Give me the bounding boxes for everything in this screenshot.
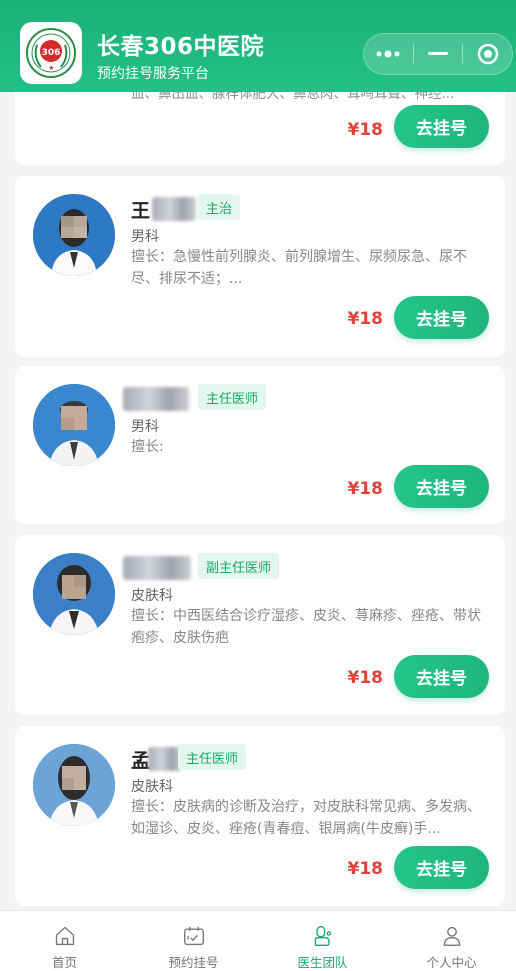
home-icon bbox=[55, 926, 74, 946]
tab-label: 个人中心 bbox=[426, 955, 477, 970]
doctor-dept: 皮肤科 bbox=[131, 588, 173, 604]
price: ¥18 bbox=[347, 668, 384, 688]
doctor-name: 王 bbox=[131, 196, 197, 222]
doctor-dept: 皮肤科 bbox=[131, 779, 173, 795]
more-dots-icon[interactable] bbox=[364, 34, 413, 74]
svg-text:306: 306 bbox=[42, 48, 61, 58]
doctor-dept: 男科 bbox=[131, 229, 159, 245]
doctor-card: 主任医师 男科 擅长: ¥18 去挂号 bbox=[15, 366, 505, 524]
tab-label: 医生团队 bbox=[297, 955, 348, 970]
doctor-specialty: 擅长：中西医结合诊疗湿疹、皮炎、荨麻疹、痤疮、带状疱疹、皮肤伤疤 bbox=[131, 608, 481, 646]
doctor-list[interactable]: 血、鼻出血、腺样体肥大、鼻息肉、耳鸣耳聋、神经... ¥18 去挂号 王 主治 … bbox=[0, 0, 516, 910]
doctor-specialty: 擅长：急慢性前列腺炎、前列腺增生、尿频尿急、尿不尽、排尿不适；... bbox=[131, 249, 467, 287]
doctor-avatar bbox=[33, 553, 115, 635]
price: ¥18 bbox=[347, 479, 384, 499]
doctor-name bbox=[123, 386, 189, 412]
book-button[interactable]: 去挂号 bbox=[394, 846, 489, 889]
doctor-icon bbox=[314, 926, 331, 946]
doctor-name: 孟 bbox=[131, 746, 183, 772]
miniprogram-capsule bbox=[363, 33, 513, 75]
price: ¥18 bbox=[347, 859, 384, 879]
hospital-logo: 306 bbox=[20, 22, 82, 84]
book-button[interactable]: 去挂号 bbox=[394, 296, 489, 339]
page-subtitle: 预约挂号服务平台 bbox=[97, 66, 209, 82]
doctor-name bbox=[123, 555, 191, 581]
doctor-avatar bbox=[33, 384, 115, 466]
doctor-title-badge: 主治 bbox=[198, 194, 241, 220]
doctor-specialty: 擅长: bbox=[131, 439, 164, 455]
tab-appointment[interactable]: 预约挂号 bbox=[129, 911, 258, 971]
price: ¥18 bbox=[347, 120, 384, 140]
user-icon bbox=[443, 926, 460, 946]
doctor-title-badge: 主任医师 bbox=[178, 744, 247, 770]
doctor-dept: 男科 bbox=[131, 419, 159, 435]
bottom-tabbar: 首页 预约挂号 医生团队 个人中心 bbox=[0, 910, 516, 971]
doctor-specialty: 擅长：皮肤病的诊断及治疗，对皮肤科常见病、多发病、如湿诊、皮炎、痤疮(青春痘、银… bbox=[131, 799, 481, 837]
target-close-icon[interactable] bbox=[463, 34, 512, 74]
price: ¥18 bbox=[347, 309, 384, 329]
doctor-title-badge: 副主任医师 bbox=[198, 553, 280, 579]
tab-home[interactable]: 首页 bbox=[0, 911, 129, 971]
book-button[interactable]: 去挂号 bbox=[394, 655, 489, 698]
doctor-avatar bbox=[33, 744, 115, 826]
minimize-icon[interactable] bbox=[414, 34, 463, 74]
calendar-icon bbox=[183, 926, 204, 946]
doctor-title-badge: 主任医师 bbox=[198, 384, 267, 410]
doctor-card: 孟 主任医师 皮肤科 擅长：皮肤病的诊断及治疗，对皮肤科常见病、多发病、如湿诊、… bbox=[15, 726, 505, 906]
doctor-card: 副主任医师 皮肤科 擅长：中西医结合诊疗湿疹、皮炎、荨麻疹、痤疮、带状疱疹、皮肤… bbox=[15, 535, 505, 715]
doctor-avatar bbox=[33, 194, 115, 276]
book-button[interactable]: 去挂号 bbox=[394, 465, 489, 508]
book-button[interactable]: 去挂号 bbox=[394, 105, 489, 148]
doctor-card: 王 主治 男科 擅长：急慢性前列腺炎、前列腺增生、尿频尿急、尿不尽、排尿不适；.… bbox=[15, 176, 505, 357]
tab-label: 预约挂号 bbox=[168, 955, 219, 970]
app-header: 306 长春306中医院 预约挂号服务平台 bbox=[0, 0, 516, 92]
tab-label: 首页 bbox=[51, 955, 77, 970]
tab-doctors[interactable]: 医生团队 bbox=[258, 911, 387, 971]
tab-profile[interactable]: 个人中心 bbox=[387, 911, 516, 971]
page-title: 长春306中医院 bbox=[97, 34, 265, 60]
